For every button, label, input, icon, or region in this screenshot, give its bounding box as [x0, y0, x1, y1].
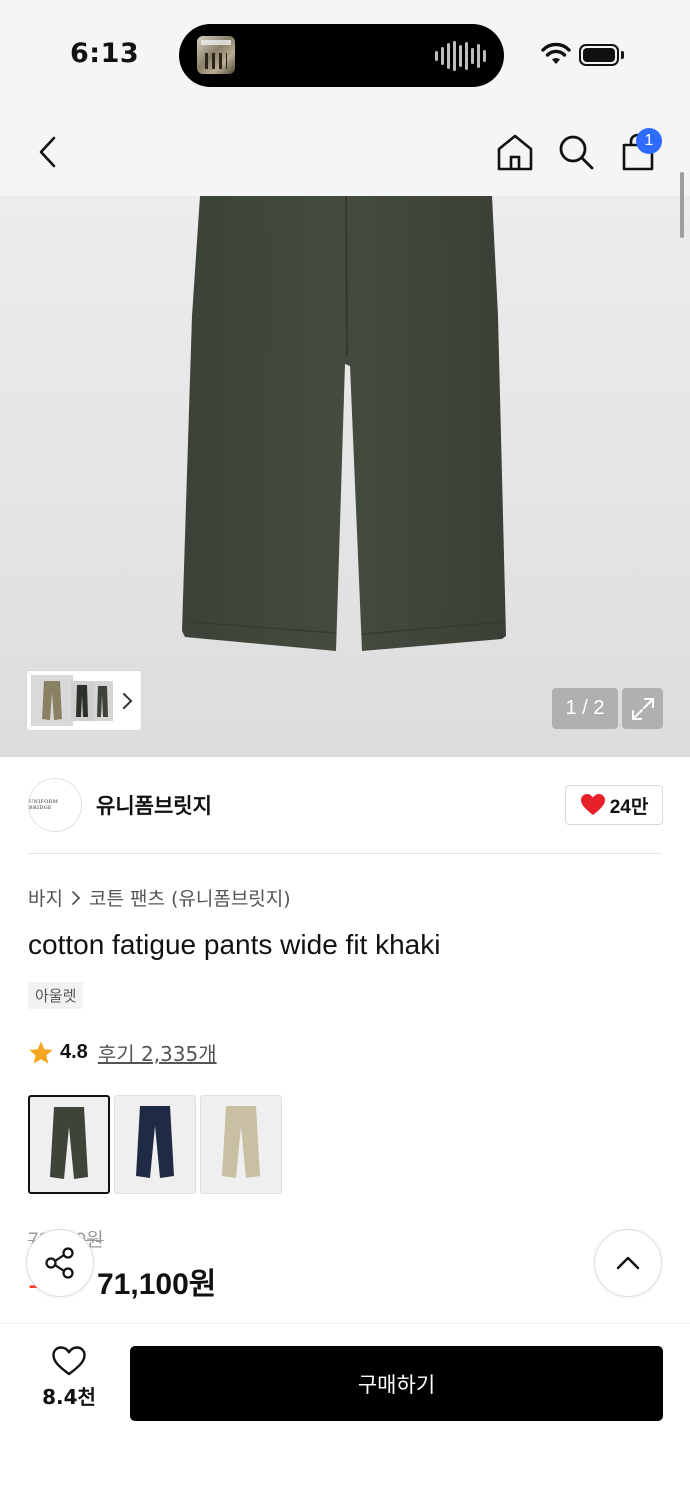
status-time: 6:13	[70, 38, 140, 69]
battery-icon	[579, 44, 619, 66]
divider	[28, 853, 662, 854]
color-swatch-navy[interactable]	[114, 1095, 196, 1194]
thumbnail-pants-icon	[76, 685, 88, 717]
thumbnail-pants-icon	[97, 686, 108, 717]
dynamic-island[interactable]	[179, 24, 504, 87]
swatch-pants-image	[222, 1106, 260, 1178]
search-button[interactable]	[552, 128, 600, 176]
image-page-counter: 1 / 2	[552, 688, 618, 729]
breadcrumb: 바지 코튼 팬츠 (유니폼브릿지)	[28, 884, 291, 911]
scroll-to-top-button[interactable]	[594, 1229, 662, 1297]
home-icon	[497, 134, 533, 171]
thumbnail-3[interactable]	[93, 681, 113, 721]
chevron-left-icon	[39, 136, 56, 168]
battery-cap	[621, 51, 624, 59]
breadcrumb-category[interactable]: 바지	[28, 884, 63, 911]
color-swatch-khaki[interactable]	[28, 1095, 110, 1194]
star-icon	[29, 1041, 53, 1064]
scroll-indicator[interactable]	[680, 172, 684, 238]
expand-image-button[interactable]	[622, 688, 663, 729]
swatch-pants-image	[50, 1107, 88, 1179]
brand-logo-text: UNIFORM BRIDGE	[29, 799, 59, 811]
chevron-right-icon[interactable]	[121, 691, 135, 711]
chevron-up-icon	[616, 1256, 640, 1270]
thumbnail-pants-icon	[42, 681, 62, 720]
wishlist-count: 8.4천	[42, 1385, 96, 1409]
cart-count-badge: 1	[636, 128, 662, 154]
brand-like-count: 24만	[609, 796, 649, 818]
expand-icon	[631, 697, 654, 720]
thumbnail-strip[interactable]	[27, 671, 141, 730]
buy-button[interactable]: 구매하기	[130, 1346, 663, 1421]
wifi-icon	[541, 42, 571, 64]
rating-value: 4.8	[60, 1041, 88, 1063]
heart-outline-icon	[52, 1346, 86, 1376]
thumbnail-1[interactable]	[31, 675, 73, 726]
share-icon	[45, 1247, 74, 1279]
audio-wave-icon	[435, 41, 486, 71]
review-link[interactable]: 후기 2,335개	[98, 1038, 217, 1067]
chevron-right-icon	[72, 890, 81, 905]
breadcrumb-subcategory[interactable]: 코튼 팬츠 (유니폼브릿지)	[89, 884, 291, 911]
product-title: cotton fatigue pants wide fit khaki	[28, 929, 441, 960]
back-button[interactable]	[24, 128, 72, 176]
sale-price: 71,100원	[97, 1268, 217, 1301]
swatch-pants-image	[136, 1106, 174, 1178]
status-bar: 6:13	[0, 0, 690, 108]
heart-filled-icon	[580, 794, 605, 815]
brand-name[interactable]: 유니폼브릿지	[96, 790, 212, 820]
outlet-tag: 아울렛	[28, 982, 84, 1009]
brand-like-button[interactable]: 24만	[565, 785, 663, 825]
share-button[interactable]	[26, 1229, 94, 1297]
rating-row: 4.8 후기 2,335개	[28, 1038, 217, 1067]
home-button[interactable]	[491, 128, 539, 176]
app-header	[0, 108, 690, 196]
now-playing-artwork	[197, 36, 235, 74]
thumbnail-2[interactable]	[71, 681, 95, 721]
wishlist-button[interactable]: 8.4천	[30, 1345, 108, 1421]
color-swatch-beige[interactable]	[200, 1095, 282, 1194]
search-icon	[559, 135, 594, 170]
brand-logo[interactable]: UNIFORM BRIDGE	[28, 778, 82, 832]
